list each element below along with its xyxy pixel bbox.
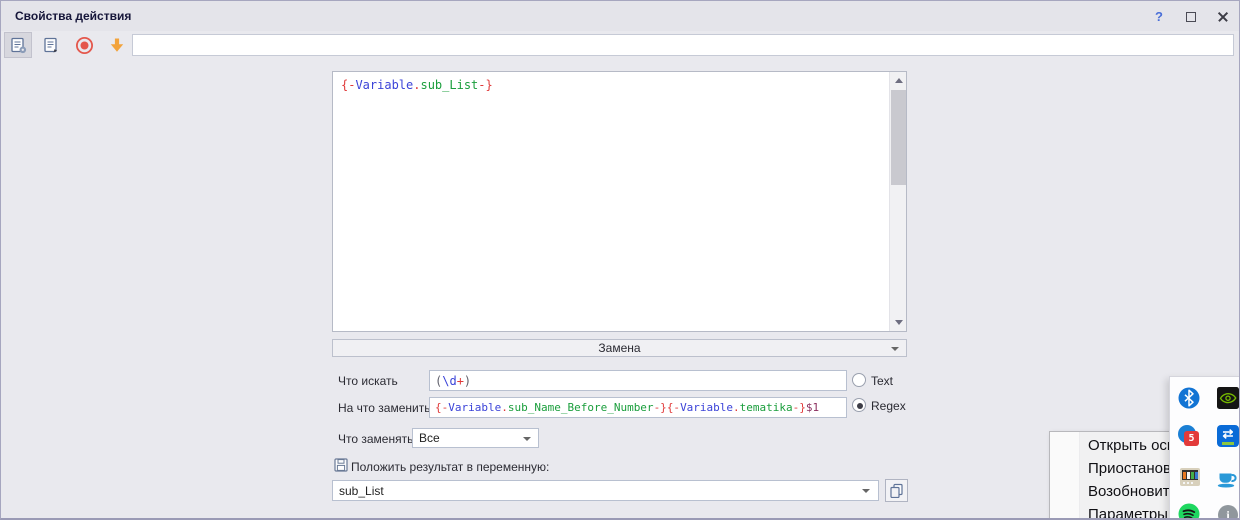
- mode-regex-radio[interactable]: [852, 398, 866, 412]
- scroll-up-icon[interactable]: [890, 72, 907, 89]
- spotify-icon[interactable]: [1177, 502, 1201, 520]
- teacup-icon[interactable]: [1216, 465, 1240, 489]
- scrollbar-thumb[interactable]: [891, 90, 906, 185]
- editor-scrollbar[interactable]: [889, 72, 906, 331]
- record-icon: [75, 36, 94, 55]
- search-input[interactable]: (\d+): [429, 370, 847, 391]
- system-tray-popup: 5 ⇄: [1169, 376, 1240, 520]
- chevron-down-icon: [891, 347, 899, 351]
- arrow-down-icon: [108, 36, 126, 54]
- scope-value: Все: [419, 431, 440, 445]
- scroll-down-icon[interactable]: [890, 314, 907, 331]
- window-title: Свойства действия: [15, 1, 131, 31]
- mode-text-radio[interactable]: [852, 373, 866, 387]
- save-result-icon: [334, 458, 348, 477]
- result-variable-combo[interactable]: sub_List: [332, 480, 879, 501]
- operation-select[interactable]: Замена: [332, 339, 907, 357]
- scope-select[interactable]: Все: [412, 428, 539, 448]
- edit-list-button[interactable]: [37, 32, 65, 58]
- document-gear-icon: [10, 37, 27, 54]
- replace-input[interactable]: {-Variable.sub_Name_Before_Number-}{-Var…: [429, 397, 847, 418]
- bluetooth-icon[interactable]: [1177, 386, 1201, 410]
- close-button[interactable]: [1214, 8, 1232, 26]
- replace-label: На что заменить: [338, 398, 430, 418]
- menu-item-pause[interactable]: Приостанов: [1088, 457, 1171, 480]
- menu-item-open-main[interactable]: Открыть осн: [1088, 434, 1175, 457]
- maximize-icon: [1186, 12, 1196, 22]
- mode-text-label[interactable]: Text: [871, 374, 893, 388]
- teamviewer-icon[interactable]: ⇄: [1216, 424, 1240, 448]
- search-label: Что искать: [338, 371, 398, 391]
- screenshot-tool-icon[interactable]: [1178, 465, 1202, 489]
- action-properties-dialog: Свойства действия ?: [0, 0, 1240, 520]
- chevron-down-icon: [523, 437, 531, 441]
- notification-badge-icon[interactable]: 5: [1177, 424, 1201, 448]
- nvidia-icon[interactable]: [1216, 386, 1240, 410]
- maximize-button[interactable]: [1182, 8, 1200, 26]
- menu-icon-gutter: [1050, 432, 1080, 520]
- result-variable-value: sub_List: [339, 484, 384, 498]
- result-label: Положить результат в переменную:: [351, 457, 549, 477]
- double-arrow-icon: ⇄: [1217, 426, 1239, 442]
- action-comment-input[interactable]: [132, 34, 1234, 56]
- info-glyph: i: [1218, 505, 1238, 520]
- source-text-editor[interactable]: {-Variable.sub_List-}: [332, 71, 907, 332]
- info-icon[interactable]: i: [1216, 503, 1240, 520]
- menu-item-settings[interactable]: Параметры: [1088, 503, 1168, 520]
- editor-content: {-Variable.sub_List-}: [341, 78, 493, 92]
- badge-count: 5: [1184, 431, 1199, 446]
- chevron-down-icon: [862, 489, 870, 493]
- record-button[interactable]: [70, 32, 98, 58]
- menu-item-resume[interactable]: Возобновит: [1088, 480, 1170, 503]
- copy-variable-button[interactable]: [885, 479, 908, 502]
- mode-regex-label[interactable]: Regex: [871, 399, 906, 413]
- title-bar: Свойства действия ?: [1, 1, 1240, 31]
- help-button[interactable]: ?: [1150, 8, 1168, 26]
- text-processing-button[interactable]: [4, 32, 32, 58]
- scope-label: Что заменять: [338, 429, 413, 449]
- operation-value: Замена: [598, 341, 640, 355]
- document-edit-icon: [43, 37, 60, 54]
- move-down-button[interactable]: [103, 32, 131, 58]
- copy-icon: [889, 483, 904, 498]
